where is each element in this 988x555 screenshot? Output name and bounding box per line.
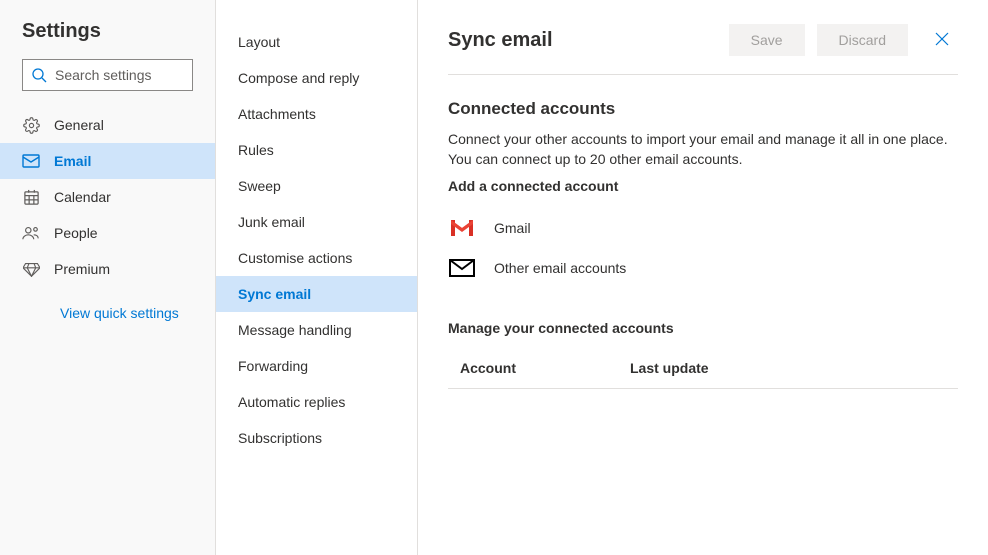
people-icon (22, 224, 40, 242)
mid-label: Layout (238, 34, 280, 50)
view-quick-settings-link[interactable]: View quick settings (0, 287, 215, 321)
settings-dialog: Settings General (0, 0, 988, 555)
provider-label: Other email accounts (494, 260, 626, 276)
search-wrap (0, 59, 215, 107)
accounts-table-header: Account Last update (448, 348, 958, 389)
mid-label: Forwarding (238, 358, 308, 374)
add-other-email-account[interactable]: Other email accounts (448, 248, 958, 288)
content-actions: Save Discard (729, 24, 958, 56)
nav-item-calendar[interactable]: Calendar (0, 179, 215, 215)
search-input[interactable] (55, 67, 184, 83)
mid-item-customise-actions[interactable]: Customise actions (216, 240, 417, 276)
mid-label: Automatic replies (238, 394, 345, 410)
mid-label: Rules (238, 142, 274, 158)
mid-item-sync-email[interactable]: Sync email (216, 276, 417, 312)
settings-mid-panel: Layout Compose and reply Attachments Rul… (216, 0, 418, 555)
settings-title: Settings (0, 20, 215, 59)
mid-label: Sweep (238, 178, 281, 194)
envelope-icon (448, 257, 476, 279)
close-button[interactable] (926, 24, 958, 56)
mid-label: Attachments (238, 106, 316, 122)
save-button[interactable]: Save (729, 24, 805, 56)
gmail-icon (448, 217, 476, 239)
mid-item-message-handling[interactable]: Message handling (216, 312, 417, 348)
nav-label: Premium (54, 261, 110, 277)
mid-item-junk-email[interactable]: Junk email (216, 204, 417, 240)
nav-item-email[interactable]: Email (0, 143, 215, 179)
discard-button[interactable]: Discard (817, 24, 908, 56)
mid-label: Message handling (238, 322, 352, 338)
mid-label: Junk email (238, 214, 305, 230)
mail-icon (22, 152, 40, 170)
mid-item-automatic-replies[interactable]: Automatic replies (216, 384, 417, 420)
close-icon (935, 32, 949, 49)
column-last-update: Last update (630, 360, 709, 376)
calendar-icon (22, 188, 40, 206)
connected-accounts-description: Connect your other accounts to import yo… (448, 129, 958, 170)
nav-label: People (54, 225, 98, 241)
nav-item-premium[interactable]: Premium (0, 251, 215, 287)
left-nav: General Email (0, 107, 215, 287)
nav-label: General (54, 117, 104, 133)
search-box[interactable] (22, 59, 193, 91)
nav-label: Calendar (54, 189, 111, 205)
settings-left-panel: Settings General (0, 0, 216, 555)
mid-item-forwarding[interactable]: Forwarding (216, 348, 417, 384)
mid-item-rules[interactable]: Rules (216, 132, 417, 168)
mid-item-compose-reply[interactable]: Compose and reply (216, 60, 417, 96)
nav-label: Email (54, 153, 91, 169)
nav-item-general[interactable]: General (0, 107, 215, 143)
diamond-icon (22, 260, 40, 278)
mid-label: Customise actions (238, 250, 352, 266)
content-title: Sync email (448, 29, 553, 52)
mid-label: Sync email (238, 286, 311, 302)
column-account: Account (460, 360, 630, 376)
search-icon (31, 66, 47, 84)
mid-nav: Layout Compose and reply Attachments Rul… (216, 24, 417, 456)
connected-accounts-heading: Connected accounts (448, 99, 958, 119)
mid-item-layout[interactable]: Layout (216, 24, 417, 60)
nav-item-people[interactable]: People (0, 215, 215, 251)
gear-icon (22, 116, 40, 134)
mid-item-attachments[interactable]: Attachments (216, 96, 417, 132)
settings-content-panel: Sync email Save Discard Connected accoun… (418, 0, 988, 555)
manage-accounts-heading: Manage your connected accounts (448, 320, 958, 336)
add-gmail-account[interactable]: Gmail (448, 208, 958, 248)
mid-item-sweep[interactable]: Sweep (216, 168, 417, 204)
mid-label: Compose and reply (238, 70, 359, 86)
add-connected-account-label: Add a connected account (448, 178, 958, 194)
content-header: Sync email Save Discard (448, 24, 958, 75)
mid-label: Subscriptions (238, 430, 322, 446)
provider-label: Gmail (494, 220, 531, 236)
mid-item-subscriptions[interactable]: Subscriptions (216, 420, 417, 456)
